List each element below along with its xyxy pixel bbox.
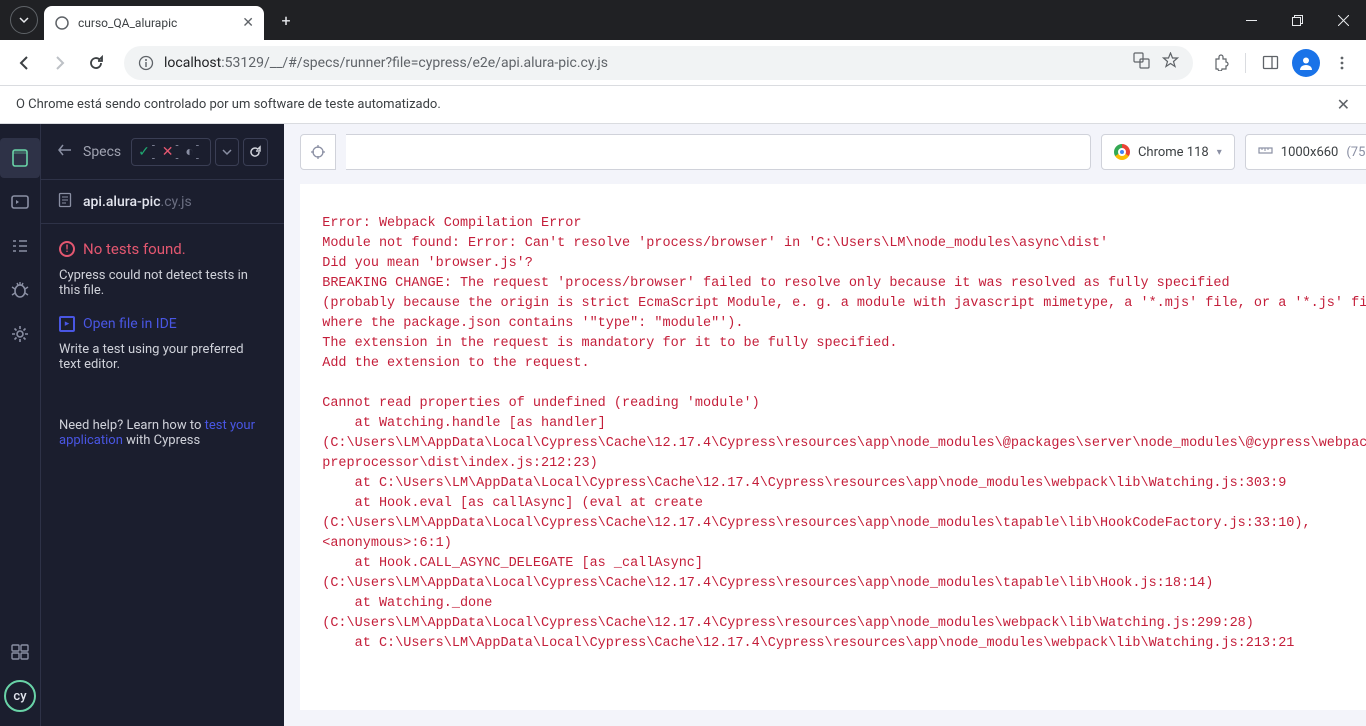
automation-info-bar: O Chrome está sendo controlado por um so… xyxy=(0,86,1366,124)
bug-icon xyxy=(10,280,30,300)
spec-file-name: api.alura-pic xyxy=(83,194,161,210)
browser-tab-strip: curso_QA_alurapic ✕ + xyxy=(0,0,1366,40)
check-icon: ✓ xyxy=(138,144,150,160)
nav-rail-keyboard[interactable] xyxy=(0,632,40,672)
chevron-down-icon xyxy=(222,147,232,157)
nav-rail-bug[interactable] xyxy=(0,270,40,310)
test-stats: ✓-- ✕-- ◐-- xyxy=(131,138,211,166)
runs-icon xyxy=(10,192,30,212)
viewport-selector[interactable]: 1000x660 (75%) ▾ xyxy=(1245,134,1366,170)
nav-rail-settings[interactable] xyxy=(0,314,40,354)
cypress-logo-icon[interactable]: cy xyxy=(4,680,36,712)
site-info-icon[interactable] xyxy=(138,55,154,71)
nav-reload-button[interactable] xyxy=(80,47,112,79)
chrome-menu-button[interactable] xyxy=(1326,47,1358,79)
no-tests-heading: ! No tests found. xyxy=(59,240,266,258)
url-text: localhost:53129/__/#/specs/runner?file=c… xyxy=(164,55,1123,71)
arrow-left-icon xyxy=(15,54,33,72)
pending-icon: ◐ xyxy=(185,143,193,160)
nav-rail: cy xyxy=(0,124,40,726)
browser-selector[interactable]: Chrome 118 ▾ xyxy=(1101,134,1235,170)
tab-favicon-icon xyxy=(54,15,70,31)
chevron-down-icon: ▾ xyxy=(1217,147,1222,158)
extensions-button[interactable] xyxy=(1205,47,1237,79)
reload-icon xyxy=(87,54,105,72)
tab-search-button[interactable] xyxy=(10,6,38,34)
tab-title: curso_QA_alurapic xyxy=(78,16,177,30)
aut-iframe[interactable]: Error: Webpack Compilation Error Module … xyxy=(300,184,1366,710)
browser-tab[interactable]: curso_QA_alurapic ✕ xyxy=(44,6,264,40)
file-icon xyxy=(57,192,73,212)
side-panel-icon xyxy=(1262,54,1279,71)
back-to-specs-icon[interactable] xyxy=(57,142,73,162)
puzzle-icon xyxy=(1213,54,1230,71)
translate-icon[interactable] xyxy=(1133,52,1150,73)
avatar xyxy=(1292,49,1320,77)
aut-url-input[interactable] xyxy=(346,134,1091,170)
nav-rail-runs[interactable] xyxy=(0,182,40,222)
automation-close-button[interactable]: ✕ xyxy=(1337,95,1350,114)
list-icon xyxy=(10,236,30,256)
write-test-hint: Write a test using your preferred text e… xyxy=(59,342,266,372)
browser-toolbar: localhost:53129/__/#/specs/runner?file=c… xyxy=(0,40,1366,86)
profile-button[interactable] xyxy=(1290,47,1322,79)
ruler-icon xyxy=(1258,143,1273,162)
bookmark-icon[interactable] xyxy=(1162,52,1179,73)
aut-toolbar: Chrome 118 ▾ 1000x660 (75%) ▾ xyxy=(284,124,1366,180)
address-bar[interactable]: localhost:53129/__/#/specs/runner?file=c… xyxy=(124,46,1193,80)
maximize-icon xyxy=(1292,15,1303,26)
nav-forward-button[interactable] xyxy=(44,47,76,79)
chevron-down-icon xyxy=(19,15,29,25)
kebab-icon xyxy=(1334,55,1350,71)
ide-icon: ▸ xyxy=(59,316,75,332)
warning-icon: ! xyxy=(59,241,75,257)
reporter-sidebar: Specs ✓-- ✕-- ◐-- api.alura-pic xyxy=(40,124,284,726)
no-tests-subtext: Cypress could not detect tests in this f… xyxy=(59,268,266,298)
x-icon: ✕ xyxy=(162,144,174,160)
selector-playground-button[interactable] xyxy=(300,134,336,170)
expand-toggle[interactable] xyxy=(215,138,239,166)
spec-file-row[interactable]: api.alura-pic.cy.js xyxy=(41,180,284,224)
reload-icon xyxy=(248,145,262,159)
nav-rail-specs[interactable] xyxy=(0,138,40,178)
aut-preview-area: Chrome 118 ▾ 1000x660 (75%) ▾ Error: Web… xyxy=(284,124,1366,726)
sidebar-title: Specs xyxy=(83,144,121,160)
nav-rail-debug[interactable] xyxy=(0,226,40,266)
error-stack-trace: Error: Webpack Compilation Error Module … xyxy=(300,184,1366,684)
gear-icon xyxy=(10,324,30,344)
open-in-ide-link[interactable]: ▸ Open file in IDE xyxy=(59,316,266,332)
automation-message: O Chrome está sendo controlado por um so… xyxy=(16,97,441,112)
new-tab-button[interactable]: + xyxy=(272,6,300,34)
arrow-right-icon xyxy=(51,54,69,72)
window-maximize-button[interactable] xyxy=(1274,0,1320,40)
rerun-button[interactable] xyxy=(243,138,269,166)
target-icon xyxy=(310,144,326,160)
window-close-button[interactable] xyxy=(1320,0,1366,40)
help-text: Need help? Learn how to test your applic… xyxy=(59,418,266,448)
nav-back-button[interactable] xyxy=(8,47,40,79)
tab-close-button[interactable]: ✕ xyxy=(242,15,254,31)
side-panel-button[interactable] xyxy=(1254,47,1286,79)
sidebar-header: Specs ✓-- ✕-- ◐-- xyxy=(41,124,284,180)
close-icon xyxy=(1338,15,1349,26)
chrome-icon xyxy=(1114,144,1130,160)
specs-icon xyxy=(10,148,30,168)
keyboard-icon xyxy=(10,642,30,662)
window-minimize-button[interactable] xyxy=(1228,0,1274,40)
toolbar-divider xyxy=(1245,53,1246,73)
spec-file-ext: .cy.js xyxy=(161,194,192,210)
minimize-icon xyxy=(1246,15,1257,26)
